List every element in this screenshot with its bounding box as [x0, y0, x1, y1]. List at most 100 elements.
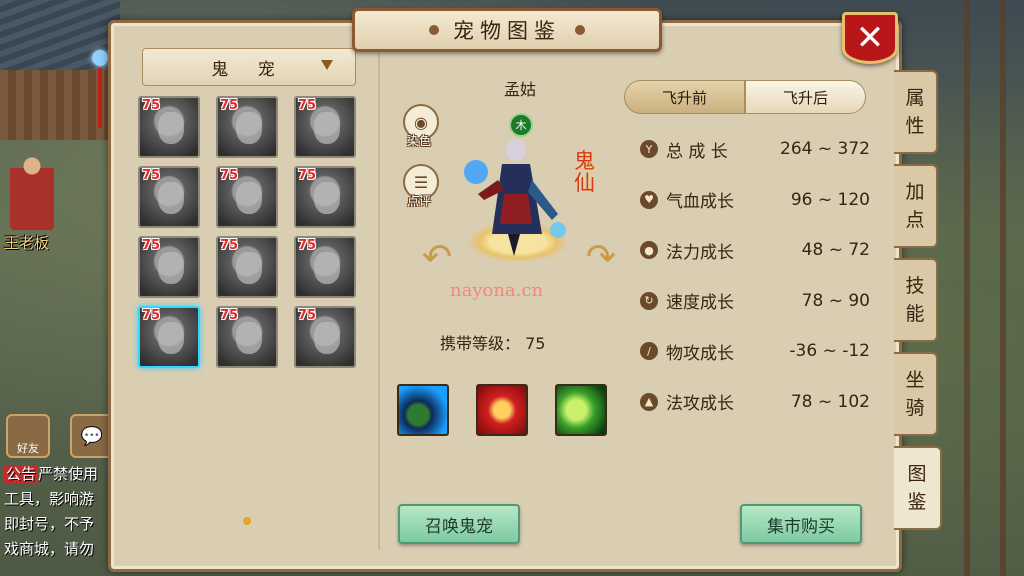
side-tab[interactable]: 图鉴 — [894, 446, 942, 530]
skill-1-icon[interactable] — [397, 384, 449, 436]
stat-row: Y 总 成 长 264 ~ 372 — [640, 137, 870, 162]
review-label: 点评 — [406, 194, 431, 208]
triangle-down-icon — [321, 60, 333, 70]
npc-character[interactable] — [10, 150, 54, 230]
window-title-plate: 宠物图鉴 — [352, 8, 662, 52]
dye-label: 染色 — [406, 134, 431, 148]
sword-icon: / — [640, 342, 658, 360]
pet-portrait[interactable]: 75 — [138, 96, 200, 158]
side-tab[interactable]: 属性 — [894, 70, 938, 154]
chat-bubble-icon: 💬 — [80, 425, 104, 447]
stat-name: 气血成长 — [666, 192, 734, 212]
ascension-toggle: 飞升前 飞升后 — [624, 80, 866, 114]
pet-level-badge: 75 — [220, 238, 239, 253]
rotate-left-icon: ↶ — [421, 237, 453, 278]
pet-portrait[interactable]: 75 — [138, 166, 200, 228]
pet-portrait[interactable]: 75 — [216, 166, 278, 228]
close-button[interactable]: ✕ — [842, 12, 898, 64]
pet-level-badge: 75 — [298, 238, 317, 253]
species-label: 鬼仙 — [574, 149, 595, 195]
pet-portrait[interactable]: 75 — [138, 306, 200, 368]
pet-portrait[interactable]: 75 — [294, 96, 356, 158]
pet-portrait[interactable]: 75 — [216, 96, 278, 158]
pet-portrait[interactable]: 75 — [216, 306, 278, 368]
stat-row: ▲ 法攻成长 78 ~ 102 — [640, 390, 870, 414]
market-buy-button[interactable]: 集市购买 — [740, 504, 862, 544]
stat-value: 78 ~ 102 — [790, 391, 870, 412]
rotate-right-button[interactable]: ↷ — [584, 238, 618, 278]
speed-icon: ↻ — [640, 291, 658, 310]
stat-value: 78 ~ 90 — [801, 290, 870, 311]
stat-value: 264 ~ 372 — [780, 139, 870, 159]
pet-level-badge: 75 — [298, 98, 317, 113]
pet-face-icon — [236, 112, 262, 144]
tab-after-ascension[interactable]: 飞升后 — [745, 80, 866, 114]
stat-row: ● 法力成长 48 ~ 72 — [640, 238, 870, 263]
divider — [378, 40, 380, 550]
npc-name: 王老板 — [4, 234, 50, 252]
pet-face-icon — [314, 182, 340, 214]
friends-button[interactable]: 好友 — [6, 414, 50, 458]
friends-label: 好友 — [17, 442, 39, 455]
tab-before-ascension[interactable]: 飞升前 — [624, 80, 745, 114]
pet-portrait[interactable]: 75 — [294, 166, 356, 228]
stat-name: 总 成 长 — [666, 141, 728, 162]
flame-icon: ▲ — [640, 392, 658, 411]
window-title: 宠物图鉴 — [453, 19, 561, 43]
pet-face-icon — [314, 112, 340, 144]
page-indicator-dot — [243, 517, 251, 525]
growth-icon: Y — [640, 140, 658, 158]
stat-name: 速度成长 — [666, 293, 734, 313]
pet-level-badge: 75 — [220, 98, 239, 113]
pet-level-badge: 75 — [220, 168, 239, 183]
pet-name: 孟姑 — [503, 80, 536, 99]
watermark: nayona.cn — [450, 280, 544, 301]
announcement-tag: 公告 — [4, 465, 39, 483]
pet-portrait[interactable]: 75 — [138, 236, 200, 298]
chat-announcement: 公告 严禁使用 工具，影响游 即封号，不予 戏商城，请勿 — [4, 465, 99, 558]
stat-value: 48 ~ 72 — [801, 240, 870, 260]
lantern-ornament — [92, 50, 108, 150]
skill-3-icon[interactable] — [555, 384, 607, 436]
eye-icon: ◉ — [414, 112, 428, 132]
pet-type-dropdown[interactable]: 鬼 宠 — [142, 48, 356, 86]
pet-face-icon — [236, 182, 262, 214]
summon-button[interactable]: 召唤鬼宠 — [398, 504, 520, 544]
stat-row: ↻ 速度成长 78 ~ 90 — [640, 289, 870, 313]
stat-value: -36 ~ -12 — [789, 341, 870, 361]
orb-icon — [92, 50, 108, 66]
stat-row: ♥ 气血成长 96 ~ 120 — [640, 188, 870, 212]
mana-drop-icon: ● — [640, 241, 658, 259]
carry-level: 携带等级： 75 — [440, 334, 546, 353]
side-tab[interactable]: 加点 — [894, 164, 938, 248]
pet-level-badge: 75 — [298, 168, 317, 183]
pet-type-selected: 鬼 宠 — [211, 59, 287, 80]
pet-face-icon — [236, 322, 262, 354]
pet-face-icon — [158, 182, 184, 214]
pet-face-icon — [158, 252, 184, 284]
pet-face-icon — [236, 252, 262, 284]
pet-face-icon — [314, 252, 340, 284]
side-tab[interactable]: 技能 — [894, 258, 938, 342]
pet-level-badge: 75 — [142, 238, 161, 253]
scaffold — [934, 0, 1024, 576]
pet-level-badge: 75 — [220, 308, 239, 323]
pet-level-badge: 75 — [142, 308, 161, 323]
pet-level-badge: 75 — [142, 168, 161, 183]
heart-icon: ♥ — [640, 190, 658, 209]
stat-name: 物攻成长 — [666, 343, 734, 364]
stat-name: 法力成长 — [666, 242, 734, 263]
skill-2-icon[interactable] — [476, 384, 528, 436]
pet-level-badge: 75 — [298, 308, 317, 323]
pet-portrait[interactable]: 75 — [294, 236, 356, 298]
pet-portrait[interactable]: 75 — [294, 306, 356, 368]
pet-model[interactable] — [458, 134, 578, 264]
stat-name: 法攻成长 — [666, 394, 734, 414]
pet-portrait[interactable]: 75 — [216, 236, 278, 298]
rotate-left-button[interactable]: ↶ — [420, 238, 454, 278]
pet-level-badge: 75 — [142, 98, 161, 113]
pet-face-icon — [158, 322, 184, 354]
stat-value: 96 ~ 120 — [790, 189, 870, 210]
rotate-right-icon: ↷ — [585, 237, 617, 278]
side-tab[interactable]: 坐骑 — [894, 352, 938, 436]
